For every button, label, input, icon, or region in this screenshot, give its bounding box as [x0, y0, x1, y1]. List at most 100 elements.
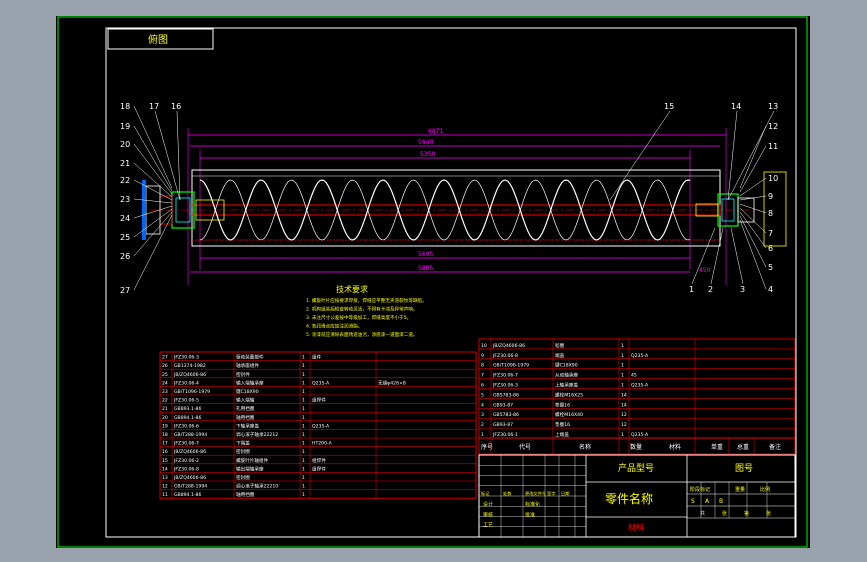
- bom-cell-name: 密封件: [236, 371, 250, 378]
- bom-cell-no: 7: [481, 373, 484, 379]
- dim-bottom2: 5885: [418, 265, 433, 272]
- tb-stage-cell: B: [719, 498, 723, 505]
- bom-cell-name: 垫圈16: [555, 401, 570, 408]
- balloon-2: 2: [708, 285, 713, 294]
- balloon-11: 11: [768, 142, 778, 151]
- bom-cell-no: 5: [481, 392, 484, 398]
- tb-mark: 标记: [481, 490, 490, 497]
- dim-top2: 5940: [418, 139, 433, 146]
- bom-cell-qty: 1: [621, 432, 624, 438]
- drawing-no-label: 图号: [735, 463, 753, 474]
- bom-cell-code: JB/ZQ4606-86: [492, 343, 525, 349]
- bom-cell-no: 2: [481, 422, 484, 428]
- balloon-17: 17: [149, 102, 159, 111]
- tech-req-line: 3. 未注尺寸公差按中等级加工，焊缝高度不小于5。: [306, 314, 411, 321]
- bom-cell-qty: 1: [621, 383, 624, 389]
- balloon-5: 5: [768, 263, 773, 272]
- bom-cell-no: 19: [162, 423, 168, 429]
- bom-cell-code: GB893.1-86: [174, 406, 201, 412]
- bom-header-note: 备注: [769, 443, 781, 451]
- bom-cell-name: 输入端轴承座: [236, 379, 264, 386]
- bom-cell-code: JFZ30.06-8: [492, 353, 518, 359]
- dim-top3: 5350: [420, 151, 435, 158]
- bom-cell-no: 8: [481, 363, 484, 369]
- bom-cell-name: 调心滚子轴承22210: [236, 483, 278, 490]
- bom-cell-no: 9: [481, 353, 484, 359]
- bom-cell-name: 键C18X90: [555, 362, 578, 369]
- bom-cell-qty: 1: [302, 432, 305, 438]
- bom-cell-code: JFZ30.06-7: [173, 441, 199, 447]
- bom-cell-material: Q235-A: [312, 380, 330, 386]
- balloon-24: 24: [120, 214, 130, 223]
- bom-cell-code: JFZ30.06-2: [173, 458, 199, 464]
- bom-cell-no: 20: [162, 415, 168, 421]
- bom-cell-name: 螺栓M16X25: [555, 391, 583, 398]
- product-model-label: 产品型号: [618, 462, 654, 474]
- balloon-9: 9: [768, 192, 773, 201]
- bom-cell-no: 22: [162, 398, 168, 404]
- drawing-paper: [56, 16, 810, 548]
- bom-cell-name: 密封圈: [236, 448, 250, 455]
- bom-cell-code: JFZ30.06-8: [173, 466, 199, 472]
- dim-side: 450: [699, 267, 711, 274]
- bom-cell-name: 调心滚子轴承22212: [236, 431, 278, 438]
- balloon-16: 16: [171, 102, 181, 111]
- tb-sign-row: 设计: [483, 501, 493, 508]
- bom-cell-code: GB93-87: [493, 422, 513, 428]
- material-label: 材料: [628, 522, 644, 532]
- balloon-23: 23: [120, 195, 130, 204]
- bom-cell-code: GB894.1-86: [174, 492, 201, 498]
- bom-cell-no: 26: [162, 363, 168, 369]
- tech-req-line: 5. 涂漆前应清除表面锈迹油污，涂底漆一道面漆二道。: [306, 331, 418, 338]
- tb-sign-col: 标准化: [525, 501, 540, 508]
- bom-cell-code: JFZ30.06-6: [173, 423, 199, 429]
- tb-sheet: 第: [744, 510, 749, 517]
- balloon-25: 25: [120, 233, 130, 242]
- bom-cell-name: 密封圈: [236, 474, 250, 481]
- tech-req-line: 2. 机构组装后检查转动灵活，不得有卡滞及异常声响。: [306, 306, 418, 313]
- bom-cell-code: GB/T288-1994: [174, 432, 207, 438]
- tb-mark: 处数: [503, 490, 512, 497]
- bom-cell-code: JB/ZQ4606-86: [173, 372, 206, 378]
- bom-header-name: 名称: [579, 443, 591, 451]
- bom-cell-material: Q235-A: [631, 383, 649, 389]
- bom-cell-code: JFZ30.06-3: [492, 383, 518, 389]
- tech-req-title: 技术要求: [336, 284, 368, 294]
- view-title-text: 俯图: [148, 33, 168, 46]
- tech-req-line: 4. 各润滑点应加注润滑脂。: [306, 323, 362, 330]
- bom-cell-qty: 1: [302, 380, 305, 386]
- balloon-18: 18: [120, 102, 130, 111]
- tb-mark: 更改文件号: [525, 490, 546, 497]
- tb-stage: 阶段标记: [690, 486, 710, 493]
- balloon-22: 22: [120, 176, 130, 185]
- bom-cell-name: 输出端轴承座: [236, 465, 264, 472]
- bom-cell-qty: 1: [302, 415, 305, 421]
- bom-cell-code: JFZ30.06-1: [492, 432, 518, 438]
- balloon-19: 19: [120, 122, 130, 131]
- bom-cell-name: 轴用挡圈: [236, 491, 255, 498]
- bom-cell-qty: 1: [621, 353, 624, 359]
- balloon-15: 15: [664, 102, 674, 111]
- bom-header-no: 序号: [481, 443, 493, 451]
- tb-stage: 比例: [760, 486, 770, 493]
- balloon-3: 3: [740, 285, 745, 294]
- bom-cell-code: GB5783-86: [493, 392, 519, 398]
- bom-cell-material: Q235-A: [631, 432, 649, 438]
- bom-cell-no: 12: [162, 484, 168, 490]
- bom-cell-qty: 1: [302, 372, 305, 378]
- bom-cell-code: GB1374-1982: [174, 363, 206, 369]
- bom-cell-qty: 1: [621, 343, 624, 349]
- bom-cell-qty: 1: [302, 475, 305, 481]
- bom-cell-code: GB93-87: [493, 402, 513, 408]
- bom-cell-code: GB5783-86: [493, 412, 519, 418]
- balloon-4: 4: [768, 285, 773, 294]
- bom-cell-qty: 1: [302, 389, 305, 395]
- bom-cell-material: Q235-A: [631, 353, 649, 359]
- bom-cell-material: 组焊件: [312, 397, 326, 404]
- bom-cell-code: JFZ30.06-7: [492, 373, 518, 379]
- balloon-13: 13: [768, 102, 778, 111]
- part-name-label: 零件名称: [605, 491, 653, 506]
- balloon-1: 1: [689, 285, 694, 294]
- bom-cell-material: 45: [631, 373, 637, 379]
- bom-header-total_wt: 总重: [737, 443, 749, 451]
